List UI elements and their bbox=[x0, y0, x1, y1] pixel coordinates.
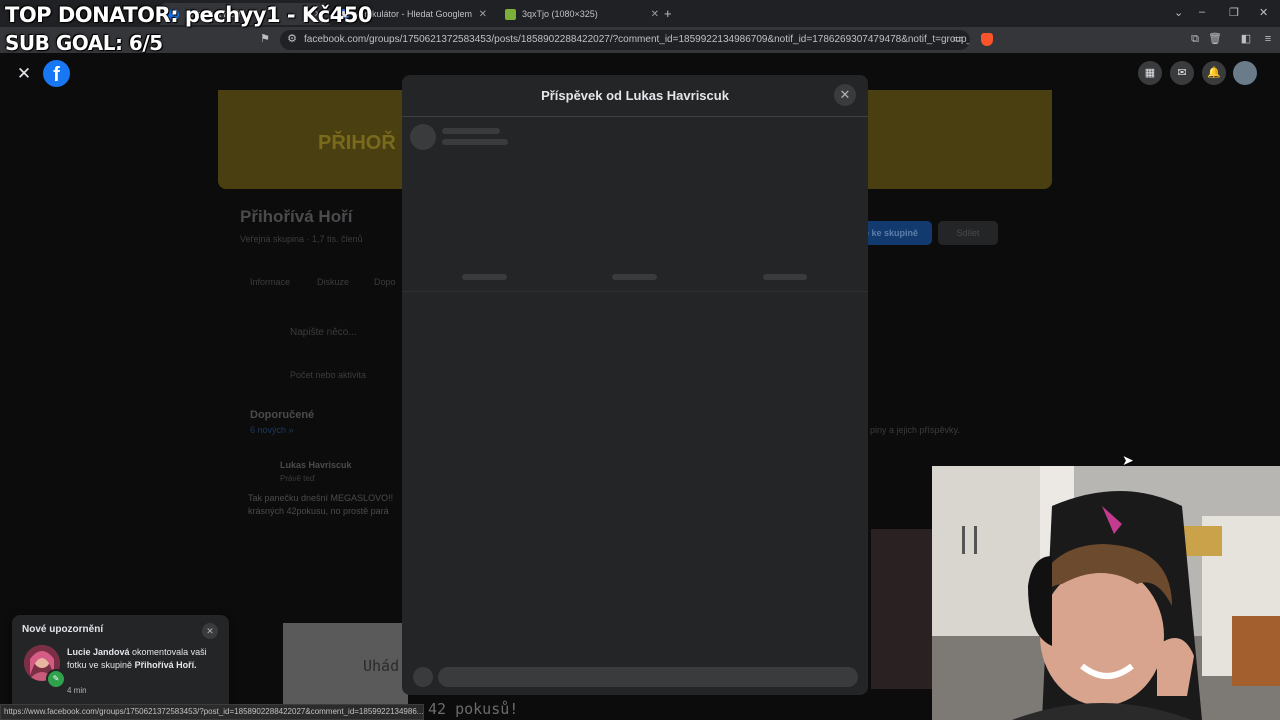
comment-input-skeleton bbox=[438, 667, 858, 687]
extensions-icon[interactable]: ⧉ bbox=[1188, 32, 1202, 46]
notification-header: Nové upozornění bbox=[22, 624, 104, 635]
menu-grid-icon[interactable]: ▦ bbox=[1138, 61, 1162, 85]
notification-user: Lucie Jandová bbox=[67, 647, 130, 657]
site-info-icon[interactable]: ⚙ bbox=[285, 32, 299, 46]
tab-close-icon[interactable]: ✕ bbox=[651, 9, 659, 20]
bookmark-icon[interactable]: ⚑ bbox=[258, 32, 272, 46]
tab-close-icon[interactable]: ✕ bbox=[479, 9, 487, 20]
profile-avatar[interactable] bbox=[1233, 61, 1257, 85]
name-skeleton bbox=[442, 128, 500, 134]
modal-title: Příspěvek od Lukas Havriscuk bbox=[541, 88, 729, 103]
recommended-subtitle: 6 nových » bbox=[250, 425, 294, 435]
menu-icon[interactable]: ≡ bbox=[1261, 32, 1275, 46]
tab-label: 3qxTjo (1080×325) bbox=[522, 9, 598, 19]
notification-body: Lucie Jandová okomentovala vaši fotku ve… bbox=[67, 646, 217, 672]
side-panel-text: piny a jejich příspěvky. bbox=[870, 425, 960, 435]
like-action-skeleton bbox=[462, 274, 507, 280]
notification-close-icon[interactable]: ✕ bbox=[202, 623, 218, 639]
cast-icon[interactable]: ▭ bbox=[951, 32, 965, 46]
post-image-caption: 42 pokusů! bbox=[428, 700, 519, 718]
new-tab-icon[interactable]: + bbox=[664, 6, 672, 21]
side-image bbox=[871, 529, 933, 689]
sidebar-icon[interactable]: ◧ bbox=[1239, 32, 1253, 46]
close-icon[interactable]: ✕ bbox=[834, 84, 856, 106]
group-title: Přihořívá Hoří bbox=[240, 207, 353, 226]
notification-time: 4 min bbox=[67, 686, 87, 695]
post-author: Lukas Havriscuk bbox=[280, 460, 352, 470]
tab-search-chevron-icon[interactable]: ⌄ bbox=[1174, 6, 1183, 19]
brave-shield-icon[interactable] bbox=[981, 33, 993, 46]
cover-text: PŘIHOŘ bbox=[318, 132, 396, 154]
link-status-bar: https://www.facebook.com/groups/17506213… bbox=[0, 704, 424, 720]
url-field[interactable]: facebook.com/groups/1750621372583453/pos… bbox=[280, 30, 970, 50]
post-modal: Příspěvek od Lukas Havriscuk ✕ bbox=[402, 75, 868, 695]
top-donator-overlay: TOP DONATOR: pechyy1 - Kč450 bbox=[5, 3, 372, 27]
notifications-bell-icon[interactable]: 🔔 bbox=[1202, 61, 1226, 85]
image-favicon-icon bbox=[505, 8, 516, 20]
webcam-image bbox=[932, 466, 1280, 720]
mouse-cursor-icon: ➤ bbox=[1122, 452, 1134, 468]
notification-group: Přihořívá Hoří. bbox=[134, 660, 197, 670]
webcam-feed bbox=[932, 466, 1280, 720]
avatar-skeleton bbox=[410, 124, 436, 150]
close-viewer-icon[interactable]: ✕ bbox=[12, 62, 36, 86]
nav-about: Informace bbox=[250, 277, 291, 287]
recommended-title: Doporučené bbox=[250, 409, 315, 421]
nav-featured: Dopo bbox=[374, 277, 396, 287]
composer-placeholder: Napište něco... bbox=[290, 327, 357, 338]
post-time: Právě teď bbox=[280, 474, 315, 483]
comment-avatar-skeleton bbox=[413, 667, 433, 687]
restore-icon[interactable]: ❐ bbox=[1229, 6, 1239, 19]
window-close-icon[interactable]: ✕ bbox=[1259, 6, 1268, 19]
post-text: Tak panečku dnešní MEGASLOVO!! krásných … bbox=[248, 493, 394, 516]
share-button: Sdílet bbox=[938, 221, 998, 245]
poll-label: Počet nebo aktivita bbox=[290, 370, 367, 380]
share-action-skeleton bbox=[763, 274, 807, 280]
messenger-icon[interactable]: ✉ bbox=[1170, 61, 1194, 85]
post-image-text: Uhád bbox=[363, 657, 400, 675]
tab-image[interactable]: 3qxTjo (1080×325) ✕ bbox=[497, 3, 667, 25]
divider bbox=[402, 291, 868, 292]
comment-badge-icon: ✎ bbox=[46, 669, 66, 689]
meta-skeleton bbox=[442, 139, 508, 145]
sub-goal-overlay: SUB GOAL: 6/5 bbox=[5, 31, 163, 55]
trash-icon[interactable]: 🗑 bbox=[1208, 32, 1222, 46]
group-meta: Veřejná skupina · 1,7 tis. členů bbox=[240, 234, 363, 244]
comment-action-skeleton bbox=[612, 274, 657, 280]
tab-label: vertikulátor - Hledat Googlem bbox=[355, 9, 473, 19]
facebook-logo-icon[interactable]: f bbox=[43, 60, 70, 87]
minimize-icon[interactable]: – bbox=[1199, 6, 1205, 18]
nav-discussion: Diskuze bbox=[317, 277, 350, 287]
